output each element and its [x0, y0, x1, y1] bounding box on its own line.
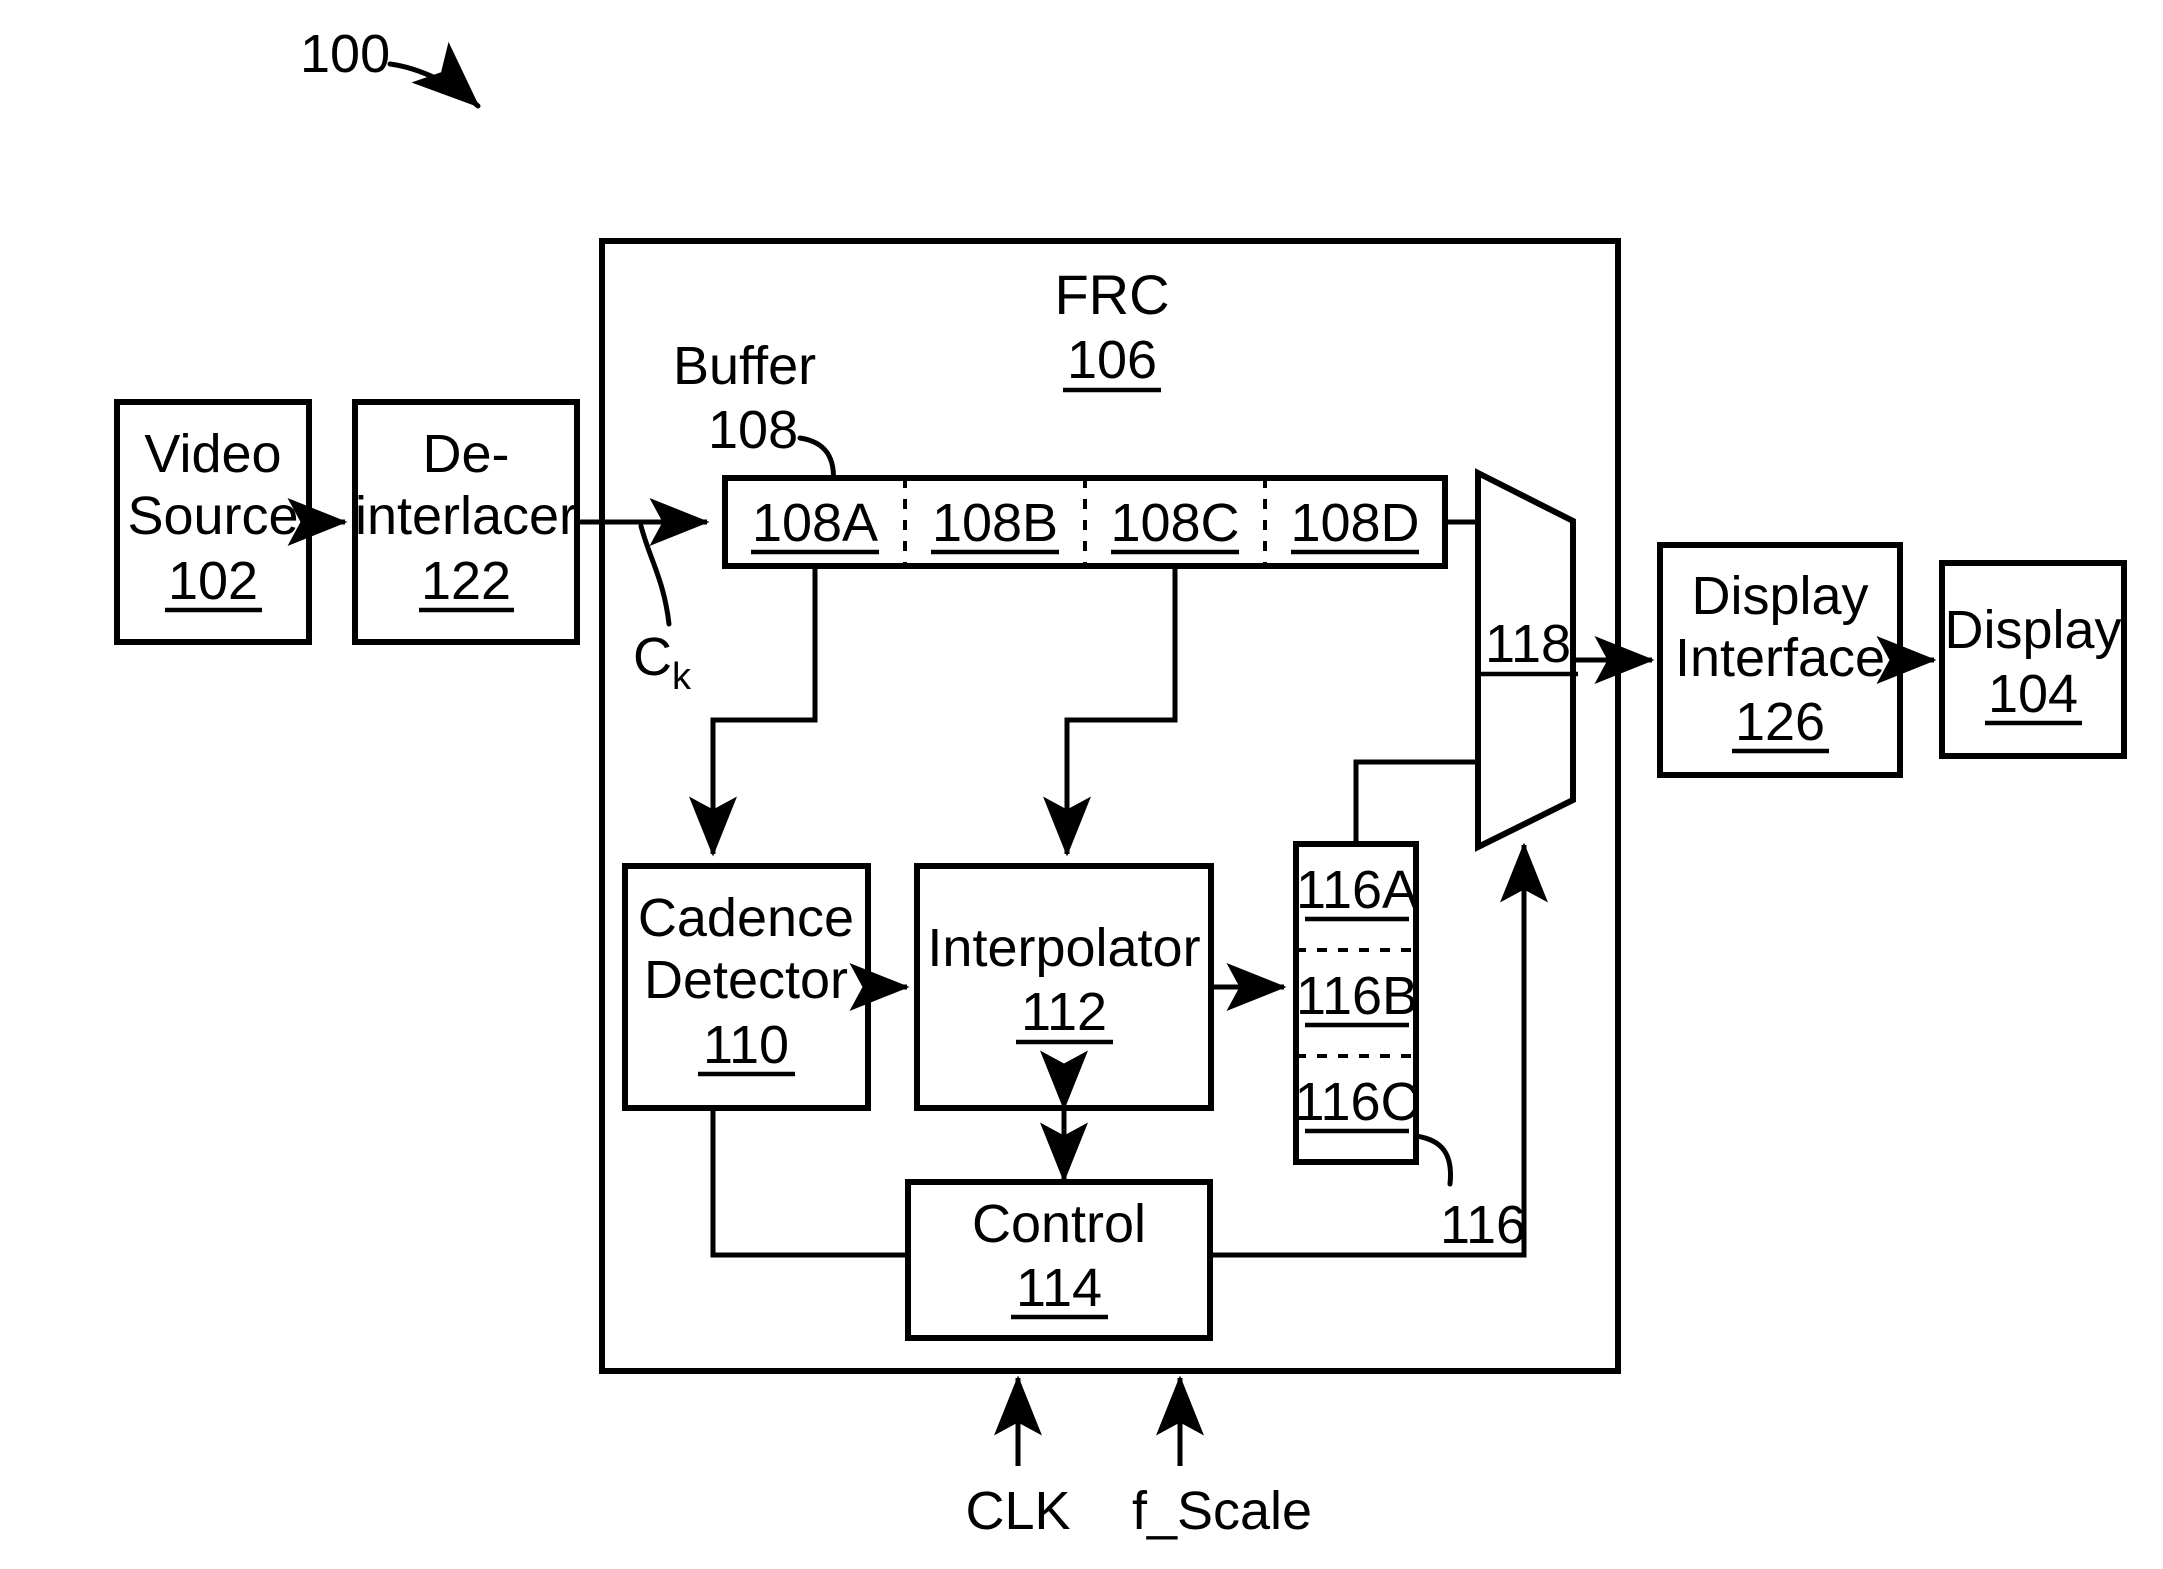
frame-store-cell-116C[interactable]: 116C [1294, 1072, 1419, 1132]
wire-framestore-to-mux [1353, 759, 1480, 844]
frame-store-ref: 116 [1440, 1195, 1526, 1255]
control-label: Control [972, 1194, 1146, 1254]
video-source-ref: 102 [168, 551, 258, 611]
clk-label: CLK [965, 1481, 1070, 1541]
f-scale-label: f_Scale [1132, 1481, 1312, 1541]
cadence-detector-line2: Detector [644, 950, 848, 1010]
display-interface-line2: Interface [1675, 628, 1885, 688]
buffer-cell-108A[interactable]: 108A [752, 493, 878, 553]
frc-label: FRC [1054, 263, 1169, 326]
buffer-cell-108C[interactable]: 108C [1110, 493, 1239, 553]
display-label: Display [1944, 600, 2121, 660]
figure-canvas: 100 FRC 106 Video Source 102 De- interla… [0, 0, 2163, 1569]
figure-ref-100: 100 [300, 24, 390, 84]
display-ref: 104 [1988, 664, 2078, 724]
cadence-detector-ref: 110 [703, 1015, 789, 1075]
de-interlacer-line2: interlacer [355, 486, 577, 546]
buffer-ref: 108 [708, 400, 798, 460]
wire-108C-to-interpolator [1043, 566, 1178, 857]
ck-leader [638, 523, 672, 627]
mux-ref: 118 [1485, 614, 1571, 674]
frame-store-leader [1413, 1133, 1454, 1187]
de-interlacer-ref: 122 [421, 551, 511, 611]
figure-ref-leader [387, 41, 481, 109]
frame-store-cell-116B[interactable]: 116B [1296, 966, 1418, 1026]
interpolator-ref: 112 [1021, 982, 1107, 1042]
frame-store-cell-116A[interactable]: 116A [1296, 860, 1418, 920]
frc-ref: 106 [1067, 330, 1157, 390]
wire-cadence-to-control [710, 1108, 908, 1258]
video-source-line2: Source [127, 486, 298, 546]
display-interface-line1: Display [1691, 566, 1868, 626]
wire-108A-to-cadence [689, 566, 818, 857]
buffer-cell-108D[interactable]: 108D [1290, 493, 1419, 553]
cadence-detector-line1: Cadence [638, 888, 854, 948]
ck-signal-label: Ck [633, 627, 692, 698]
interpolator-label: Interpolator [927, 918, 1200, 978]
de-interlacer-line1: De- [422, 424, 509, 484]
buffer-label: Buffer [673, 336, 816, 396]
buffer-cell-108B[interactable]: 108B [932, 493, 1058, 553]
control-ref: 114 [1016, 1258, 1102, 1318]
block-diagram: 100 FRC 106 Video Source 102 De- interla… [114, 24, 2127, 1541]
video-source-line1: Video [144, 424, 281, 484]
display-interface-ref: 126 [1735, 692, 1825, 752]
